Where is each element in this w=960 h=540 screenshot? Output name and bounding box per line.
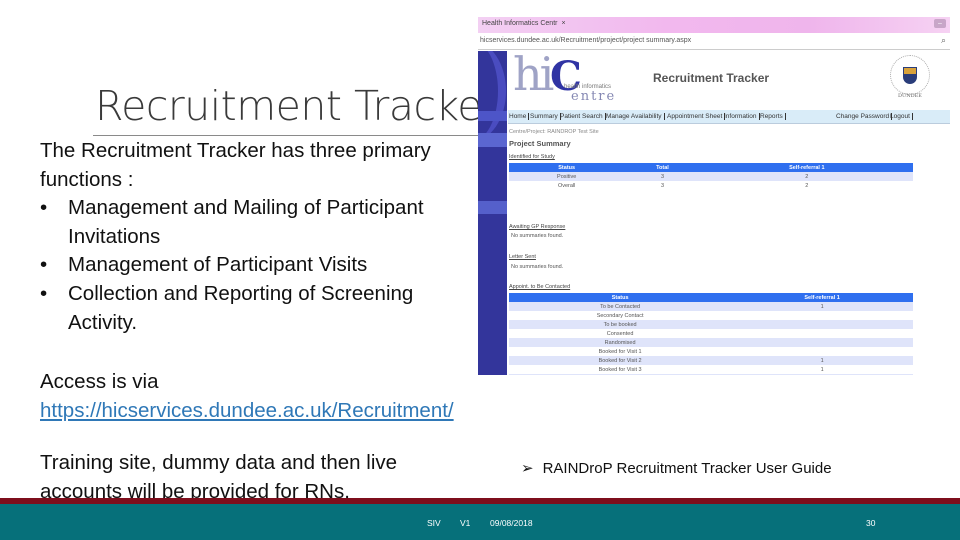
nav-information[interactable]: Information xyxy=(724,113,760,120)
appoint-heading[interactable]: Appoint. to Be Contacted xyxy=(509,284,570,290)
minimize-icon[interactable]: – xyxy=(934,19,946,28)
table-row: Booked for Visit 1 xyxy=(598,348,642,355)
footer-version: V1 xyxy=(460,518,471,528)
appoint-table: Status Self-referral 1 To be Contacted 1 … xyxy=(509,293,913,375)
close-icon[interactable]: × xyxy=(561,20,565,27)
identified-heading[interactable]: Identified for Study xyxy=(509,154,555,160)
browser-screenshot: Health Informatics Centr × – hicservices.… xyxy=(478,17,960,375)
title-divider xyxy=(93,135,483,136)
hic-logo: hi C health informatics entre xyxy=(513,47,617,104)
access-link[interactable]: https://hicservices.dundee.ac.uk/Recruit… xyxy=(40,399,454,422)
app-title: Recruitment Tracker xyxy=(653,71,770,85)
bullet-icon: • xyxy=(40,281,48,305)
table-row: Booked for Visit 21 xyxy=(509,356,913,365)
nav-home[interactable]: Home xyxy=(509,113,530,120)
table-row: Positive 3 2 xyxy=(509,172,913,181)
nav-patient-search[interactable]: Patient Search xyxy=(560,113,606,120)
user-guide-reference: ➢ RAINDroP Recruitment Tracker User Guide xyxy=(521,459,832,477)
nav-summary[interactable]: Summary xyxy=(530,113,561,120)
access-block: Access is via https://hicservices.dundee… xyxy=(40,367,454,425)
letter-sent-heading[interactable]: Letter Sent xyxy=(509,254,536,260)
site-sidebar xyxy=(478,51,507,375)
awaiting-gp-heading[interactable]: Awaiting GP Response xyxy=(509,224,565,230)
browser-tab[interactable]: Health Informatics Centr × xyxy=(482,20,566,27)
table-row: Consented xyxy=(606,330,634,337)
nav-appointment-sheet[interactable]: Appointment Sheet xyxy=(667,113,726,120)
intro-block: The Recruitment Tracker has three primar… xyxy=(40,137,480,337)
site-page: hi C health informatics entre Recruitmen… xyxy=(508,47,950,375)
list-item: • Management of Participant Visits xyxy=(40,251,480,280)
list-item: • Collection and Reporting of Screening A… xyxy=(40,281,414,334)
project-summary-heading: Project Summary xyxy=(509,139,571,148)
footer-date: 09/08/2018 xyxy=(490,518,533,528)
footer-bar: SIV V1 09/08/2018 30 xyxy=(0,504,960,540)
slide-title: Recruitment Tracker xyxy=(95,82,499,130)
centre-project-label: Centre/Project: RAINDROP Test Site xyxy=(509,129,599,135)
user-guide-label: RAINDroP Recruitment Tracker User Guide xyxy=(542,460,832,477)
site-navbar: Home Summary Patient Search Manage Avail… xyxy=(508,110,950,124)
table-row: Overall 3 2 xyxy=(557,182,809,189)
table-row: Secondary Contact xyxy=(596,312,644,319)
nav-change-password[interactable]: Change Password xyxy=(836,113,893,120)
access-label: Access is via xyxy=(40,370,159,393)
url-text: hicservices.dundee.ac.uk/Recruitment/pro… xyxy=(480,37,692,44)
identified-table: Status Total Self-referral 1 Positive 3 … xyxy=(509,163,913,190)
table-row: Early Withdrawal xyxy=(509,374,913,375)
letter-sent-message: No summaries found. xyxy=(511,264,564,270)
function-list: • Management and Mailing of Participant I… xyxy=(40,194,480,337)
intro-text: The Recruitment Tracker has three primar… xyxy=(40,139,431,191)
awaiting-gp-message: No summaries found. xyxy=(511,233,564,239)
university-logo: DUNDEE xyxy=(886,55,934,103)
table-row: Booked for Visit 31 xyxy=(598,366,824,373)
footer-author: SIV xyxy=(427,518,441,528)
crest-icon xyxy=(903,67,917,84)
arrow-bullet-icon: ➢ xyxy=(521,460,534,477)
table-row: To be booked xyxy=(509,320,913,329)
bullet-icon: • xyxy=(40,253,48,277)
bullet-icon: • xyxy=(40,196,48,220)
table-row: To be Contacted 1 xyxy=(509,302,913,311)
nav-manage-availability[interactable]: Manage Availability xyxy=(606,113,665,120)
nav-logout[interactable]: Logout xyxy=(890,113,913,120)
nav-reports[interactable]: Reports xyxy=(760,113,786,120)
browser-tab-bar: Health Informatics Centr × – xyxy=(478,17,950,33)
list-item: • Management and Mailing of Participant I… xyxy=(40,196,424,248)
table-row: Randomised xyxy=(509,338,913,347)
search-icon[interactable]: ⌕ xyxy=(941,35,946,46)
page-number: 30 xyxy=(866,518,876,528)
